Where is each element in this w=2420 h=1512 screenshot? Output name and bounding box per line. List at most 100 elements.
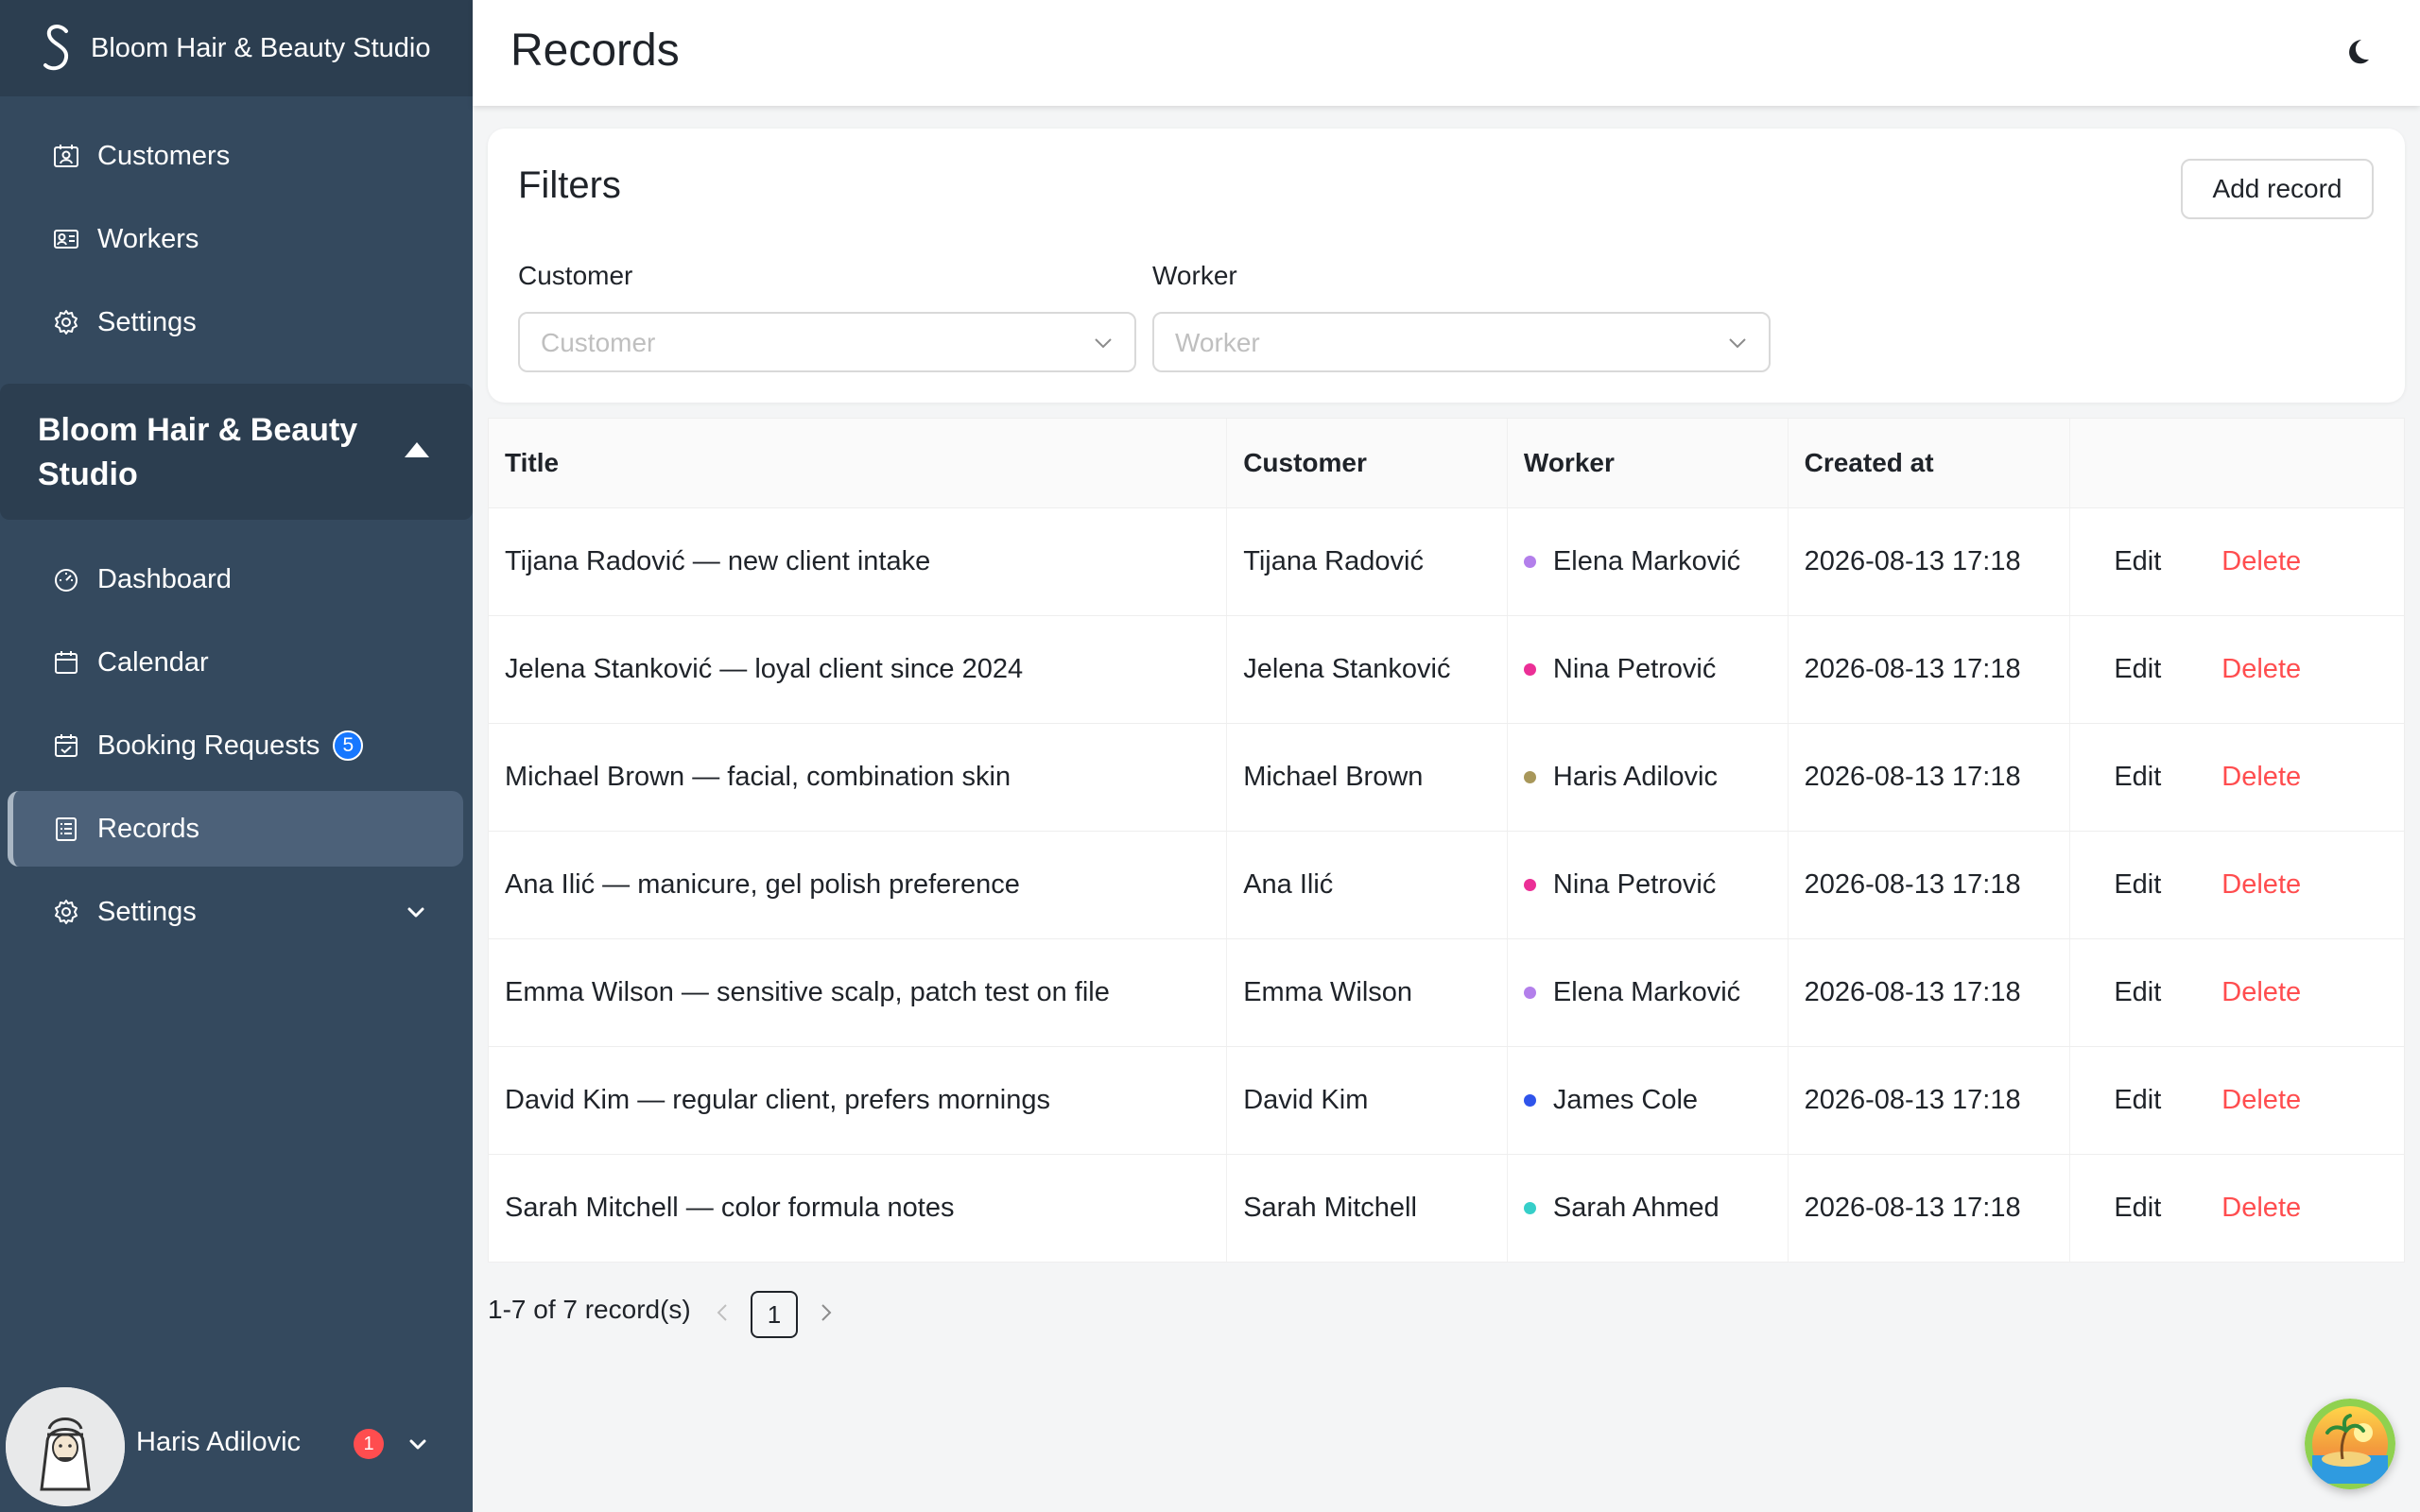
table-header-row: Title Customer Worker Created at xyxy=(489,419,2404,507)
record-actions: Edit Delete xyxy=(2070,832,2404,938)
delete-button[interactable]: Delete xyxy=(2221,1193,2301,1224)
record-customer: Ana Ilić xyxy=(1227,832,1508,938)
sidebar-item-booking-requests[interactable]: Booking Requests 5 xyxy=(8,708,463,783)
sidebar-item-label: Dashboard xyxy=(97,563,232,594)
record-created-at: 2026-08-13 17:18 xyxy=(1789,832,2071,938)
record-actions: Edit Delete xyxy=(2070,939,2404,1046)
delete-button[interactable]: Delete xyxy=(2221,1085,2301,1116)
edit-button[interactable]: Edit xyxy=(2114,1085,2161,1116)
pagination-page-current[interactable]: 1 xyxy=(751,1291,798,1338)
island-icon xyxy=(2305,1399,2395,1489)
avatar[interactable] xyxy=(6,1387,125,1506)
calendar-icon xyxy=(52,648,80,677)
sidebar-item-settings-group[interactable]: Settings xyxy=(8,874,463,950)
column-header-title[interactable]: Title xyxy=(489,419,1228,507)
column-header-worker[interactable]: Worker xyxy=(1508,419,1789,507)
sidebar-item-records[interactable]: Records xyxy=(8,791,463,867)
record-worker-name: Nina Petrović xyxy=(1552,654,1717,684)
record-title: David Kim — regular client, prefers morn… xyxy=(489,1047,1228,1154)
record-title: Michael Brown — facial, combination skin xyxy=(489,724,1228,831)
worker-color-dot xyxy=(1523,1202,1536,1214)
brand[interactable]: Bloom Hair & Beauty Studio xyxy=(0,0,473,96)
edit-button[interactable]: Edit xyxy=(2114,977,2161,1008)
sidebar-item-workers[interactable]: Workers xyxy=(8,201,463,277)
table-row: Tijana Radović — new client intake Tijana… xyxy=(489,507,2404,615)
table-row: Emma Wilson — sensitive scalp, patch tes… xyxy=(489,938,2404,1046)
delete-button[interactable]: Delete xyxy=(2221,546,2301,577)
user-menu[interactable]: Haris Adilovic 1 xyxy=(0,1380,473,1512)
edit-button[interactable]: Edit xyxy=(2114,762,2161,793)
record-customer: David Kim xyxy=(1227,1047,1508,1154)
record-actions: Edit Delete xyxy=(2070,1155,2404,1262)
chevron-left-icon[interactable] xyxy=(711,1300,734,1325)
record-worker: Elena Marković xyxy=(1508,939,1789,1046)
record-created-at: 2026-08-13 17:18 xyxy=(1789,724,2071,831)
sidebar-item-dashboard[interactable]: Dashboard xyxy=(8,541,463,617)
worker-select[interactable]: Worker xyxy=(1152,312,1771,372)
table-row: Ana Ilić — manicure, gel polish preferen… xyxy=(489,831,2404,938)
table-row: David Kim — regular client, prefers morn… xyxy=(489,1046,2404,1154)
record-title: Ana Ilić — manicure, gel polish preferen… xyxy=(489,832,1228,938)
assistant-fab-button[interactable] xyxy=(2305,1399,2395,1489)
record-worker-name: Elena Marković xyxy=(1552,977,1741,1007)
booking-icon xyxy=(52,731,80,760)
record-worker: Nina Petrović xyxy=(1508,616,1789,723)
edit-button[interactable]: Edit xyxy=(2114,654,2161,685)
sidebar-item-settings[interactable]: Settings xyxy=(8,284,463,360)
add-record-button[interactable]: Add record xyxy=(2181,159,2374,219)
table-row: Jelena Stanković — loyal client since 20… xyxy=(489,615,2404,723)
record-worker: Nina Petrović xyxy=(1508,832,1789,938)
record-actions: Edit Delete xyxy=(2070,1047,2404,1154)
delete-button[interactable]: Delete xyxy=(2221,654,2301,685)
app-logo-icon xyxy=(43,25,69,71)
table-row: Michael Brown — facial, combination skin… xyxy=(489,723,2404,831)
edit-button[interactable]: Edit xyxy=(2114,546,2161,577)
worker-select-placeholder: Worker xyxy=(1175,328,1260,357)
record-worker-name: Haris Adilovic xyxy=(1552,762,1718,792)
pagination-summary: 1-7 of 7 record(s) xyxy=(488,1295,691,1324)
delete-button[interactable]: Delete xyxy=(2221,762,2301,793)
record-worker-name: James Cole xyxy=(1552,1085,1699,1115)
customer-filter-label: Customer xyxy=(518,261,633,290)
worker-filter-label: Worker xyxy=(1152,261,1237,290)
workers-icon xyxy=(52,225,80,253)
chevron-down-icon[interactable] xyxy=(406,1433,429,1455)
sidebar-item-customers[interactable]: Customers xyxy=(8,118,463,194)
gear-icon xyxy=(52,898,80,926)
record-actions: Edit Delete xyxy=(2070,616,2404,723)
delete-button[interactable]: Delete xyxy=(2221,977,2301,1008)
notification-badge[interactable]: 1 xyxy=(354,1429,384,1459)
customer-select-placeholder: Customer xyxy=(541,328,656,357)
sidebar-group-header[interactable]: Bloom Hair & Beauty Studio xyxy=(0,384,473,520)
worker-color-dot xyxy=(1523,987,1536,999)
record-worker-name: Elena Marković xyxy=(1552,546,1741,576)
sidebar: Bloom Hair & Beauty Studio Customers Wor… xyxy=(0,0,473,1512)
chevron-right-icon[interactable] xyxy=(815,1300,838,1325)
record-created-at: 2026-08-13 17:18 xyxy=(1789,508,2071,615)
worker-color-dot xyxy=(1523,771,1536,783)
column-header-customer[interactable]: Customer xyxy=(1227,419,1508,507)
column-header-created-at[interactable]: Created at xyxy=(1789,419,2071,507)
worker-color-dot xyxy=(1523,879,1536,891)
record-created-at: 2026-08-13 17:18 xyxy=(1789,1155,2071,1262)
edit-button[interactable]: Edit xyxy=(2114,869,2161,901)
dark-mode-toggle-icon[interactable] xyxy=(2341,36,2373,68)
record-created-at: 2026-08-13 17:18 xyxy=(1789,939,2071,1046)
record-customer: Emma Wilson xyxy=(1227,939,1508,1046)
sidebar-item-label: Workers xyxy=(97,223,199,254)
customer-select[interactable]: Customer xyxy=(518,312,1136,372)
record-title: Jelena Stanković — loyal client since 20… xyxy=(489,616,1228,723)
edit-button[interactable]: Edit xyxy=(2114,1193,2161,1224)
sidebar-item-label: Settings xyxy=(97,306,197,337)
record-worker: Elena Marković xyxy=(1508,508,1789,615)
chevron-down-icon xyxy=(1729,338,1746,349)
avatar-illustration-icon xyxy=(6,1387,125,1506)
app-name: Bloom Hair & Beauty Studio xyxy=(91,32,431,63)
sidebar-item-calendar[interactable]: Calendar xyxy=(8,625,463,700)
records-icon xyxy=(52,815,80,843)
filters-title: Filters xyxy=(518,164,621,206)
top-header: Records xyxy=(473,0,2420,106)
sidebar-item-label: Customers xyxy=(97,140,231,171)
delete-button[interactable]: Delete xyxy=(2221,869,2301,901)
page-title: Records xyxy=(510,26,680,76)
